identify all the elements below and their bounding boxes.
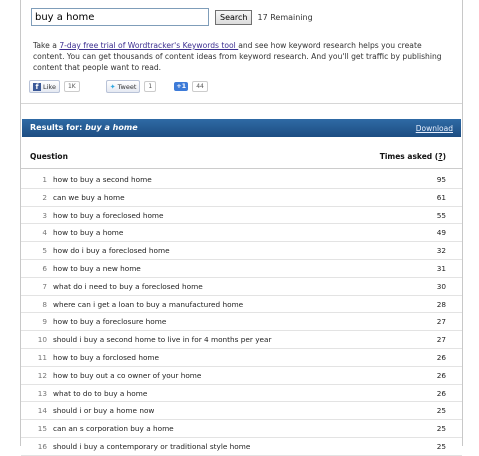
question-text[interactable]: how to buy a second home <box>53 175 152 184</box>
table-row: 11 how to buy a forclosed home 26 <box>21 349 462 367</box>
row-number: 3 <box>42 210 47 220</box>
plus-one-count: 44 <box>192 81 208 92</box>
table-row: 1 how to buy a second home 95 <box>21 171 462 189</box>
table-row: 6 how to buy a new home 31 <box>21 260 462 278</box>
times-asked-value: 26 <box>436 352 446 362</box>
table-row: 13 what to do to buy a home 26 <box>21 385 462 403</box>
question-column-header: Question <box>30 152 68 161</box>
facebook-like-button[interactable]: f Like <box>29 80 60 93</box>
question-text[interactable]: should i buy a second home to live in fo… <box>53 335 272 344</box>
times-asked-value: 55 <box>436 210 446 220</box>
times-asked-value: 25 <box>436 424 446 434</box>
table-row: 16 should i buy a contemporary or traditi… <box>21 438 462 456</box>
row-number: 4 <box>42 228 47 238</box>
row-number: 15 <box>37 424 47 434</box>
times-asked-column-header: Times asked (?) <box>380 152 446 161</box>
header-rule <box>21 168 462 169</box>
section-divider <box>21 103 462 104</box>
free-trial-link[interactable]: 7-day free trial of Wordtracker's Keywor… <box>59 41 238 50</box>
results-title-prefix: Results for: <box>30 123 86 132</box>
times-asked-value: 95 <box>436 175 446 184</box>
download-link[interactable]: Download <box>416 124 453 133</box>
times-asked-value: 26 <box>436 388 446 398</box>
row-number: 1 <box>42 175 47 184</box>
row-number: 9 <box>42 317 47 327</box>
tweet-count: 1 <box>144 81 157 92</box>
question-text[interactable]: how to buy a foreclosure home <box>53 317 166 326</box>
times-asked-label: Times asked ( <box>379 152 439 161</box>
table-row: 15 can an s corporation buy a home 25 <box>21 420 462 438</box>
row-number: 10 <box>37 335 47 345</box>
question-text[interactable]: how to buy a foreclosed home <box>53 211 164 220</box>
table-row: 3 how to buy a foreclosed home 55 <box>21 207 462 225</box>
times-asked-value: 49 <box>436 228 446 238</box>
table-row: 10 should i buy a second home to live in … <box>21 331 462 349</box>
row-number: 16 <box>37 441 47 451</box>
table-row: 7 what do i need to buy a foreclosed home… <box>21 278 462 296</box>
table-row: 12 how to buy out a co owner of your home… <box>21 367 462 385</box>
question-text[interactable]: what do i need to buy a foreclosed home <box>53 282 203 291</box>
search-bar: Search 17 Remaining <box>31 8 313 26</box>
row-number: 14 <box>37 406 47 416</box>
row-number: 13 <box>37 388 47 398</box>
promo-text: Take a 7-day free trial of Wordtracker's… <box>33 40 445 73</box>
results-table: 1 how to buy a second home 95 2 can we buy a… <box>21 171 462 456</box>
times-asked-value: 27 <box>436 335 446 345</box>
question-text[interactable]: should i or buy a home now <box>53 406 154 415</box>
question-text[interactable]: can we buy a home <box>53 193 125 202</box>
results-header: Results for: buy a home Download <box>22 119 461 137</box>
search-button[interactable]: Search <box>215 9 253 25</box>
question-text[interactable]: how to buy a forclosed home <box>53 353 159 362</box>
table-row: 4 how to buy a home 49 <box>21 224 462 243</box>
row-number: 12 <box>37 370 47 380</box>
like-count: 1K <box>63 81 80 92</box>
results-query: buy a home <box>85 123 138 132</box>
times-asked-value: 25 <box>436 441 446 451</box>
remaining-searches: 17 Remaining <box>257 12 313 22</box>
table-row: 14 should i or buy a home now 25 <box>21 402 462 421</box>
results-title: Results for: buy a home <box>30 123 138 132</box>
row-number: 5 <box>42 246 47 256</box>
table-row: 5 how do i buy a foreclosed home 32 <box>21 242 462 260</box>
times-asked-value: 30 <box>436 281 446 291</box>
times-asked-value: 32 <box>436 246 446 256</box>
tweet-label: Tweet <box>117 82 137 91</box>
times-asked-value: 26 <box>436 370 446 380</box>
table-row: 8 where can i get a loan to buy a manufac… <box>21 296 462 314</box>
google-plus-one-button[interactable]: +1 <box>174 82 189 91</box>
row-number: 11 <box>37 352 47 362</box>
table-row: 9 how to buy a foreclosure home 27 <box>21 313 462 332</box>
question-text[interactable]: how to buy a home <box>53 228 123 237</box>
question-text[interactable]: can an s corporation buy a home <box>53 424 174 433</box>
question-text[interactable]: what to do to buy a home <box>53 389 147 398</box>
table-row: 2 can we buy a home 61 <box>21 189 462 207</box>
times-asked-value: 27 <box>436 317 446 327</box>
row-number: 7 <box>42 281 47 291</box>
question-text[interactable]: how do i buy a foreclosed home <box>53 246 170 255</box>
social-buttons: f Like 1K ✦ Tweet 1 +1 44 <box>29 80 208 93</box>
times-asked-value: 28 <box>436 299 446 309</box>
promo-prefix: Take a <box>33 41 60 50</box>
twitter-bird-icon: ✦ <box>109 82 116 91</box>
row-number: 8 <box>42 299 47 309</box>
facebook-icon: f <box>33 82 41 91</box>
question-text[interactable]: where can i get a loan to buy a manufact… <box>53 300 243 309</box>
question-text[interactable]: should i buy a contemporary or tradition… <box>53 442 250 451</box>
tweet-button[interactable]: ✦ Tweet <box>105 80 141 93</box>
row-number: 6 <box>42 263 47 273</box>
question-text[interactable]: how to buy out a co owner of your home <box>53 371 201 380</box>
times-asked-value: 31 <box>436 263 446 273</box>
content-panel: Search 17 Remaining Take a 7-day free tr… <box>20 0 463 456</box>
search-input[interactable] <box>31 8 209 26</box>
times-asked-close: ) <box>442 152 446 161</box>
question-text[interactable]: how to buy a new home <box>53 264 141 273</box>
like-label: Like <box>43 82 56 91</box>
times-asked-value: 25 <box>436 406 446 416</box>
times-asked-value: 61 <box>436 192 446 202</box>
row-number: 2 <box>42 192 47 202</box>
